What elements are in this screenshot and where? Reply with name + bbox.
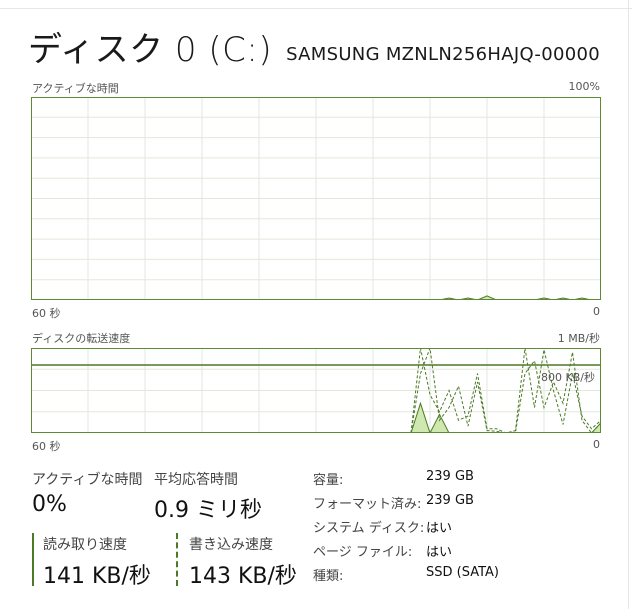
active-time-stat-value: 0% bbox=[32, 492, 67, 517]
transfer-rate-max-label: 1 MB/秒 bbox=[557, 332, 600, 345]
prop-type-label: 種類: bbox=[313, 569, 344, 584]
transfer-rate-x-left: 60 秒 bbox=[32, 440, 61, 453]
prop-system-disk-label: システム ディスク: bbox=[313, 521, 425, 536]
top-separator bbox=[0, 8, 632, 9]
active-time-max-label: 100% bbox=[568, 80, 600, 93]
active-time-x-left: 60 秒 bbox=[32, 307, 61, 320]
prop-capacity-value: 239 GB bbox=[426, 469, 474, 484]
active-time-stat-label: アクティブな時間 bbox=[32, 472, 143, 488]
write-speed-value: 143 KB/秒 bbox=[189, 564, 297, 589]
prop-system-disk-value: はい bbox=[426, 521, 453, 536]
read-speed-label: 読み取り速度 bbox=[43, 537, 127, 553]
write-speed-indicator bbox=[176, 533, 178, 586]
read-speed-indicator bbox=[32, 533, 34, 586]
prop-capacity-label: 容量: bbox=[313, 473, 344, 488]
prop-page-file-label: ページ ファイル: bbox=[313, 545, 413, 560]
prop-formatted-value: 239 GB bbox=[426, 493, 474, 508]
response-time-stat-label: 平均応答時間 bbox=[154, 472, 238, 488]
prop-formatted-label: フォーマット済み: bbox=[313, 497, 422, 512]
transfer-rate-chart-label: ディスクの転送速度 bbox=[32, 332, 131, 345]
active-time-chart bbox=[31, 97, 601, 300]
transfer-rate-x-right: 0 bbox=[593, 438, 600, 451]
prop-type-value: SSD (SATA) bbox=[426, 565, 499, 580]
reference-line-label: 800 KB/秒 bbox=[541, 370, 595, 384]
prop-page-file-value: はい bbox=[426, 545, 453, 560]
transfer-rate-chart: 800 KB/秒 bbox=[31, 348, 601, 433]
write-speed-label: 書き込み速度 bbox=[189, 537, 273, 553]
right-separator bbox=[628, 0, 629, 609]
page-title: ディスク 0 (C:) bbox=[28, 30, 273, 70]
read-speed-value: 141 KB/秒 bbox=[43, 564, 151, 589]
active-time-chart-label: アクティブな時間 bbox=[32, 82, 119, 95]
active-time-x-right: 0 bbox=[593, 305, 600, 318]
disk-model: SAMSUNG MZNLN256HAJQ-00000 bbox=[286, 44, 600, 65]
response-time-stat-value: 0.9 ミリ秒 bbox=[154, 498, 262, 523]
